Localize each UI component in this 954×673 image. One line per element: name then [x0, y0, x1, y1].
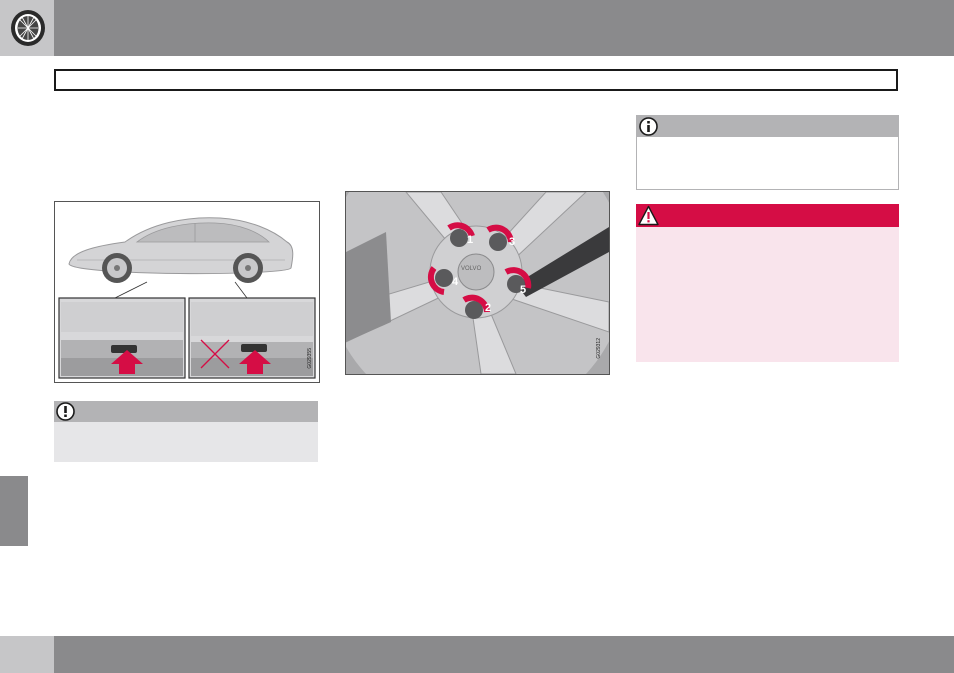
exclamation-icon [56, 402, 75, 421]
bolt-label-2: 2 [485, 302, 492, 314]
chapter-side-tab [0, 476, 28, 546]
warning-triangle-icon [638, 205, 659, 226]
figure-code: G029312 [596, 338, 602, 359]
figure-code: G029355 [307, 348, 313, 369]
hub-logo: VOLVO [461, 266, 482, 272]
important-box-body [54, 422, 318, 462]
footer-tab [0, 636, 54, 673]
warning-box-body [636, 227, 899, 362]
car-jack-points-figure: G029355 [54, 201, 320, 383]
bolt-label-3: 3 [509, 236, 516, 248]
warning-box [636, 204, 899, 362]
section-title-box [54, 69, 898, 91]
jack-point-icon [111, 345, 137, 353]
important-box [54, 401, 318, 462]
footer-bar [0, 636, 954, 673]
bolt-label-5: 5 [520, 284, 527, 296]
tire-icon [11, 10, 45, 46]
important-box-header [54, 401, 318, 422]
wheel-bolt-order-figure: VOLVO 1 2 3 4 5 G029312 [345, 191, 610, 375]
header-bar [0, 0, 954, 56]
note-box [636, 115, 899, 190]
car-side-icon [58, 217, 316, 379]
bolt-label-4: 4 [452, 276, 459, 288]
note-box-header [637, 116, 898, 137]
bolt-label-1: 1 [467, 234, 474, 246]
info-icon [639, 117, 658, 136]
wheel-icon [346, 192, 609, 374]
warning-box-header [636, 204, 899, 227]
